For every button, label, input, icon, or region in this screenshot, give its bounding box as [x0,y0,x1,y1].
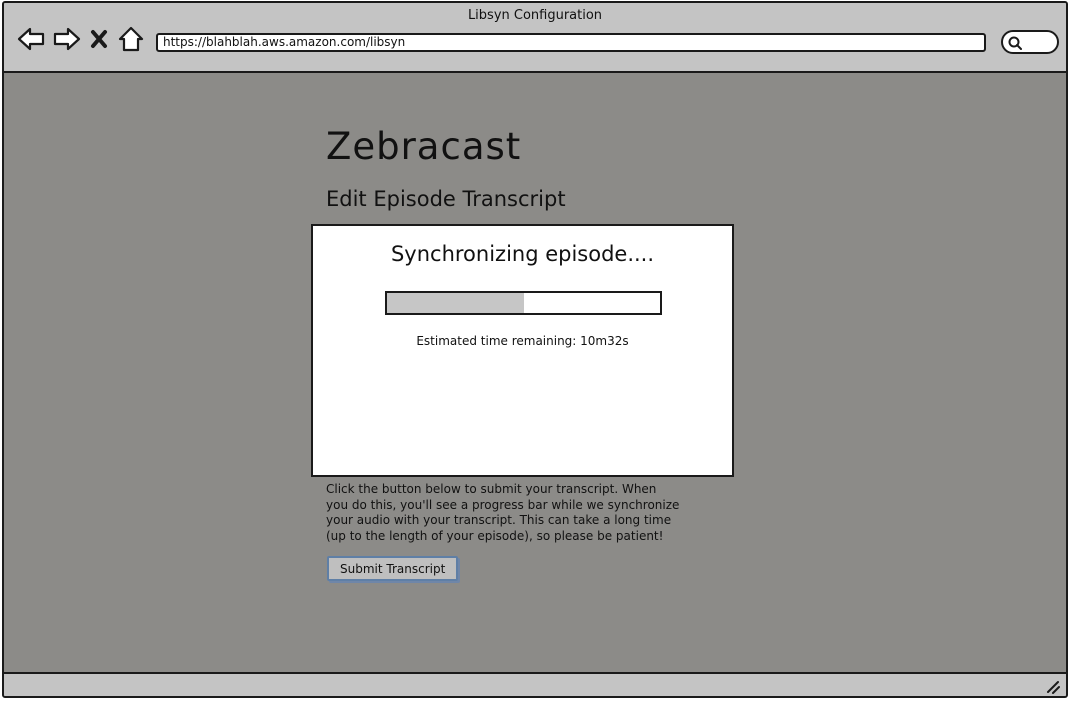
progress-bar-fill [387,293,524,313]
sync-progress-dialog: Synchronizing episode.... Estimated time… [311,224,734,477]
url-input[interactable]: https://blahblah.aws.amazon.com/libsyn [156,33,986,52]
window-title: Libsyn Configuration [467,8,603,23]
home-icon[interactable] [117,25,145,53]
search-button[interactable] [1001,30,1059,54]
app-title: Zebracast [326,125,522,168]
browser-window: Libsyn Configuration https://blahblah.aw… [2,1,1068,698]
back-arrow-icon[interactable] [16,25,46,53]
status-bar [4,672,1066,696]
resize-grip-icon[interactable] [1044,678,1060,694]
search-icon [1008,36,1022,50]
progress-bar [385,291,662,315]
page-subtitle: Edit Episode Transcript [326,187,566,211]
close-icon[interactable] [88,25,110,53]
browser-toolbar: Libsyn Configuration https://blahblah.aw… [4,3,1066,73]
instructions-text: Click the button below to submit your tr… [326,482,680,543]
page-content: Zebracast Edit Episode Transcript Synchr… [4,73,1066,673]
forward-arrow-icon[interactable] [52,25,82,53]
dialog-title: Synchronizing episode.... [390,242,655,266]
submit-transcript-button[interactable]: Submit Transcript [327,556,459,581]
time-remaining-label: Estimated time remaining: 10m32s [416,334,629,348]
